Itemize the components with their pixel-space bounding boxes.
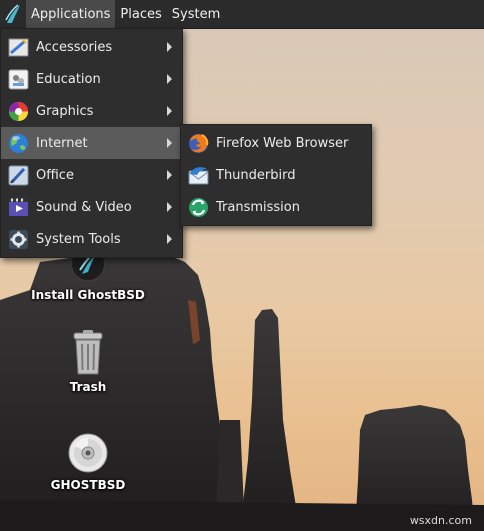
menu-item-internet[interactable]: Internet — [1, 127, 182, 159]
desktop-icon-label: Install GhostBSD — [31, 288, 145, 302]
submenu-arrow-icon — [167, 170, 172, 180]
internet-icon — [9, 133, 28, 153]
menu-item-label: Transmission — [216, 199, 300, 215]
submenu-arrow-icon — [167, 202, 172, 212]
menu-item-graphics[interactable]: Graphics — [1, 95, 182, 127]
menu-item-thunderbird[interactable]: Thunderbird — [181, 159, 371, 191]
watermark: wsxdn.com — [409, 514, 472, 527]
ghostbsd-logo-icon[interactable] — [0, 0, 26, 28]
menu-item-education[interactable]: Education — [1, 63, 182, 95]
submenu-arrow-icon — [167, 42, 172, 52]
menu-item-sound-video[interactable]: Sound & Video — [1, 191, 182, 223]
submenu-arrow-icon — [167, 106, 172, 116]
menu-item-firefox[interactable]: Firefox Web Browser — [181, 127, 371, 159]
menu-item-label: Firefox Web Browser — [216, 135, 349, 151]
transmission-icon — [189, 197, 208, 217]
menu-item-label: Graphics — [36, 103, 94, 119]
menu-item-label: Education — [36, 71, 101, 87]
submenu-arrow-icon — [167, 74, 172, 84]
applications-dropdown: Accessories Education Graphics Internet … — [0, 28, 183, 258]
menu-item-label: Sound & Video — [36, 199, 132, 215]
menu-item-label: System Tools — [36, 231, 121, 247]
menu-item-accessories[interactable]: Accessories — [1, 31, 182, 63]
places-menu[interactable]: Places — [115, 0, 166, 28]
menu-item-label: Internet — [36, 135, 88, 151]
internet-submenu: Firefox Web Browser Thunderbird Transmis… — [180, 124, 372, 226]
thunderbird-icon — [188, 166, 209, 184]
system-menu[interactable]: System — [167, 0, 225, 28]
trash-icon — [73, 330, 103, 375]
desktop-icon-ghostbsd-disc[interactable]: GHOSTBSD — [28, 432, 148, 492]
desktop-icon-label: Trash — [69, 380, 107, 394]
menu-item-label: Office — [36, 167, 74, 183]
menu-item-label: Accessories — [36, 39, 113, 55]
submenu-arrow-icon — [167, 234, 172, 244]
sound-video-icon — [9, 197, 28, 216]
firefox-icon — [189, 133, 209, 153]
submenu-arrow-icon — [167, 138, 172, 148]
disc-icon — [68, 433, 108, 473]
top-panel: Applications Places System — [0, 0, 484, 29]
accessories-icon — [8, 38, 29, 56]
system-tools-icon — [9, 229, 28, 249]
graphics-icon — [9, 101, 28, 121]
applications-menu[interactable]: Applications — [26, 0, 116, 28]
menu-item-label: Thunderbird — [216, 167, 296, 183]
desktop-icon-label: GHOSTBSD — [50, 478, 126, 492]
menu-item-office[interactable]: Office — [1, 159, 182, 191]
education-icon — [8, 69, 29, 89]
desktop-icon-trash[interactable]: Trash — [28, 330, 148, 394]
menu-item-system-tools[interactable]: System Tools — [1, 223, 182, 255]
menu-item-transmission[interactable]: Transmission — [181, 191, 371, 223]
office-icon — [8, 165, 29, 185]
